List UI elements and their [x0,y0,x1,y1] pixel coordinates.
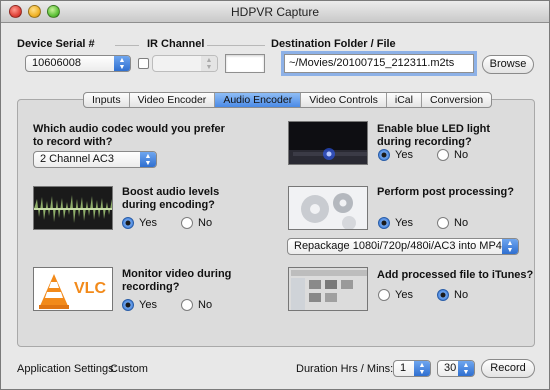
led-no-radio[interactable]: No [437,149,468,161]
led-yes-radio[interactable]: Yes [378,149,413,161]
monitor-question: Monitor video during recording? [122,268,232,293]
tab-ical[interactable]: iCal [387,93,422,107]
codec-select[interactable]: 2 Channel AC3 ▲ ▼ [33,151,157,168]
tab-video-controls[interactable]: Video Controls [301,93,387,107]
radio-label: Yes [139,299,157,311]
led-question: Enable blue LED light during recording? [377,123,491,148]
tab-bar: Inputs Video Encoder Audio Encoder Video… [83,92,493,108]
app-window: HDPVR Capture Device Serial # IR Channel… [0,0,550,390]
ir-channel-field[interactable] [225,54,265,73]
radio-dot [437,217,449,229]
itunes-question: Add processed file to iTunes? [377,269,534,281]
vlc-logo-text: VLC [74,280,106,297]
radio-label: No [454,217,469,229]
post-no-radio[interactable]: No [437,217,468,229]
gears-image [288,186,368,230]
app-settings-label: Application Settings: [17,363,117,375]
post-yes-radio[interactable]: Yes [378,217,413,229]
radio-dot [378,149,390,161]
divider [207,45,265,46]
radio-dot [378,289,390,301]
destination-label: Destination Folder / File [271,38,396,50]
boost-question: Boost audio levels during encoding? [122,186,220,211]
tab-video-encoder[interactable]: Video Encoder [130,93,216,107]
blue-led-device-image [288,121,368,165]
up-down-arrows-icon: ▲ ▼ [458,361,474,376]
tab-audio-encoder[interactable]: Audio Encoder [215,93,302,107]
itunes-yes-radio[interactable]: Yes [378,289,413,301]
radio-dot [181,217,193,229]
radio-label: Yes [395,149,413,161]
boost-no-radio[interactable]: No [181,217,212,229]
radio-label: No [454,149,469,161]
radio-label: No [198,299,213,311]
monitor-yes-radio[interactable]: Yes [122,299,157,311]
post-question: Perform post processing? [377,186,514,198]
ir-channel-label: IR Channel [147,38,205,50]
hours-select[interactable]: 1 ▲ ▼ [393,360,431,377]
ir-channel-select[interactable]: ▲ ▼ [152,55,218,72]
minimize-window-button[interactable] [28,5,41,18]
minutes-select[interactable]: 30 ▲ ▼ [437,360,475,377]
up-down-arrows-icon: ▲ ▼ [201,56,217,71]
device-serial-value: 10606008 [32,57,81,69]
radio-dot [378,217,390,229]
browse-button[interactable]: Browse [482,55,534,74]
close-window-button[interactable] [9,5,22,18]
radio-dot [437,149,449,161]
up-down-arrows-icon: ▲ ▼ [414,361,430,376]
monitor-no-radio[interactable]: No [181,299,212,311]
window-title: HDPVR Capture [230,5,320,19]
tab-inputs[interactable]: Inputs [84,93,130,107]
title-bar: HDPVR Capture [1,1,549,23]
radio-dot [181,299,193,311]
record-button[interactable]: Record [481,359,535,378]
divider [115,45,139,46]
itunes-window-image [288,267,368,311]
codec-question: Which audio codec would you prefer to re… [33,123,225,148]
vlc-logo-image: VLC [33,267,113,311]
radio-label: No [198,217,213,229]
up-down-arrows-icon: ▲ ▼ [114,56,130,71]
radio-label: Yes [395,217,413,229]
app-settings-value: Custom [110,363,148,375]
radio-dot [437,289,449,301]
post-processing-select[interactable]: Repackage 1080i/720p/480i/AC3 into MP4 ▲… [287,238,519,255]
tab-conversion[interactable]: Conversion [422,93,491,107]
duration-label: Duration Hrs / Mins: [296,363,394,375]
codec-value: 2 Channel AC3 [40,153,114,165]
hours-value: 1 [400,362,407,374]
zoom-window-button[interactable] [47,5,60,18]
minutes-value: 30 [444,362,457,374]
radio-label: Yes [395,289,413,301]
device-serial-label: Device Serial # [17,38,95,50]
device-serial-select[interactable]: 10606008 ▲ ▼ [25,55,131,72]
up-down-arrows-icon: ▲ ▼ [140,152,156,167]
radio-label: No [454,289,469,301]
post-processing-value: Repackage 1080i/720p/480i/AC3 into MP4 [294,240,502,252]
boost-yes-radio[interactable]: Yes [122,217,157,229]
ir-channel-checkbox[interactable] [138,58,149,69]
radio-label: Yes [139,217,157,229]
radio-dot [122,217,134,229]
waveform-image [33,186,113,230]
itunes-no-radio[interactable]: No [437,289,468,301]
up-down-arrows-icon: ▲ ▼ [502,239,518,254]
radio-dot [122,299,134,311]
destination-field[interactable]: ~/Movies/20100715_212311.m2ts [284,54,474,73]
